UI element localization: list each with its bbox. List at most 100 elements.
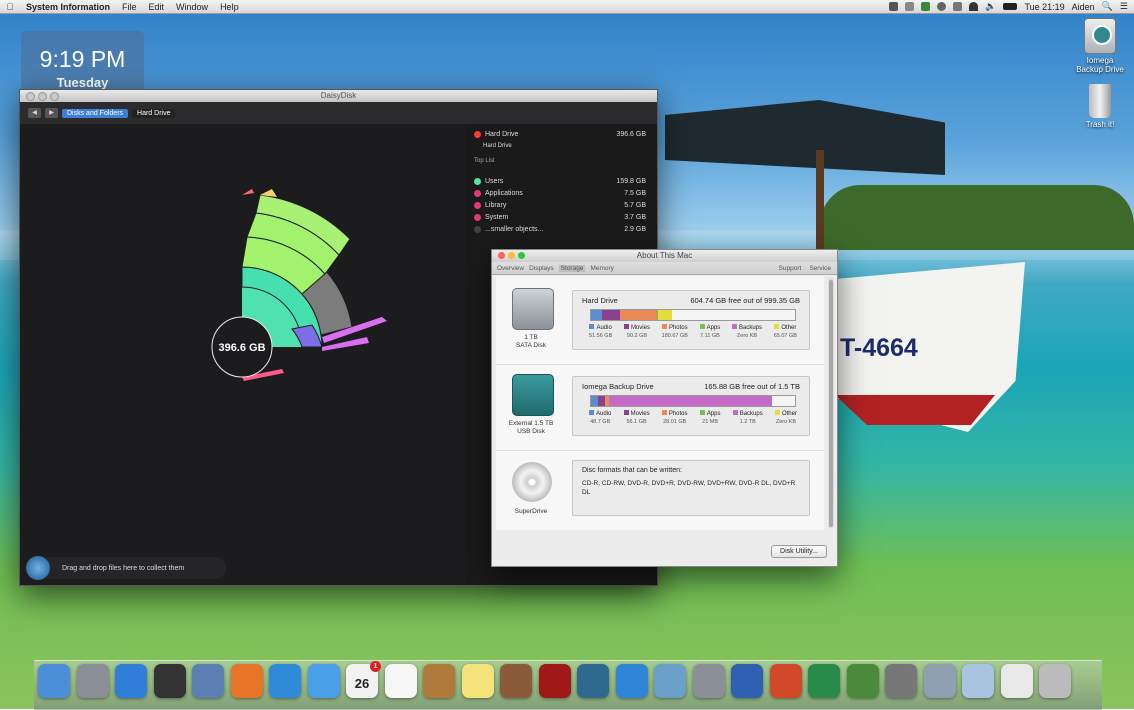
wifi-icon[interactable] xyxy=(969,2,979,11)
drive-row[interactable]: Hard Drive 396.6 GB xyxy=(474,131,646,138)
itunes-icon[interactable] xyxy=(615,664,648,698)
dashboard-icon[interactable] xyxy=(153,664,186,698)
messages-icon[interactable] xyxy=(307,664,340,698)
minimize-button[interactable] xyxy=(38,92,47,101)
top-list-item[interactable]: ...smaller objects... 2.9 GB xyxy=(474,226,646,233)
legend-label: Apps xyxy=(706,325,721,331)
collector-icon[interactable] xyxy=(26,556,50,580)
iphoto-icon[interactable] xyxy=(654,664,686,698)
window-title: About This Mac xyxy=(636,251,693,260)
legend-size: 180.67 GB xyxy=(661,333,688,339)
time-machine-icon[interactable] xyxy=(937,2,947,11)
item-size: 5.7 GB xyxy=(624,202,646,209)
home-icon[interactable] xyxy=(921,2,931,11)
folder-icon[interactable] xyxy=(962,664,994,698)
photo-slideshow-icon[interactable] xyxy=(538,664,571,698)
safari-icon[interactable] xyxy=(269,664,301,698)
home-icon[interactable] xyxy=(846,664,879,698)
time-machine-icon[interactable] xyxy=(577,664,609,698)
minimize-button[interactable] xyxy=(508,252,515,259)
storage-segment-photos xyxy=(619,310,657,320)
menu-clock[interactable]: Tue 21:19 xyxy=(1024,2,1064,12)
zoom-button[interactable] xyxy=(50,92,59,101)
apple-menu-icon[interactable]:  xyxy=(0,2,20,12)
top-list-item[interactable]: Users 159.8 GB xyxy=(474,178,646,185)
back-button[interactable]: ◀ xyxy=(28,108,41,118)
mail-stamp-icon[interactable] xyxy=(192,664,224,698)
hard-drive-icon xyxy=(512,288,554,330)
app-store-icon[interactable] xyxy=(115,664,147,698)
powerpoint-icon[interactable] xyxy=(769,664,802,698)
excel-icon[interactable] xyxy=(808,664,840,698)
window-titlebar[interactable]: DaisyDisk xyxy=(20,90,657,102)
tab-overview[interactable]: Overview xyxy=(497,265,524,272)
preview-icon[interactable] xyxy=(1000,664,1033,698)
scrollbar[interactable] xyxy=(828,278,834,528)
legend-size: 56.1 GB xyxy=(626,419,647,425)
menu-user[interactable]: Aiden xyxy=(1072,2,1095,12)
sunburst-segment[interactable] xyxy=(242,189,254,195)
item-name: Library xyxy=(485,202,507,209)
backup-drive-icon xyxy=(512,374,554,416)
forward-button[interactable]: ▶ xyxy=(45,108,58,118)
zoom-button[interactable] xyxy=(518,252,525,259)
disk-utility-button[interactable]: Disk Utility... xyxy=(771,545,827,558)
clock-day: Tuesday xyxy=(56,75,109,90)
window-titlebar[interactable]: About This Mac xyxy=(492,250,837,262)
tab-storage[interactable]: Storage xyxy=(558,264,586,272)
launchpad-icon[interactable] xyxy=(76,664,109,698)
notes-icon[interactable] xyxy=(461,664,494,698)
top-list-item[interactable]: System 3.7 GB xyxy=(474,214,646,221)
desktop-icon-backup-drive[interactable]: Iomega Backup Drive xyxy=(1066,18,1134,74)
firefox-icon[interactable] xyxy=(230,664,263,698)
legend-label: Backups xyxy=(739,325,763,331)
menu-window[interactable]: Window xyxy=(170,2,214,12)
spotlight-icon[interactable]: 🔍 xyxy=(1102,1,1113,12)
disk-caption: 1 TB SATA Disk xyxy=(515,334,547,349)
disk-free: 165.88 GB free out of 1.5 TB xyxy=(704,382,800,391)
sunburst-chart[interactable]: 396.6 GB xyxy=(20,124,466,564)
finder-icon[interactable] xyxy=(38,664,70,698)
tab-memory[interactable]: Memory xyxy=(590,265,613,272)
menu-help[interactable]: Help xyxy=(214,2,245,12)
breadcrumb-hard-drive[interactable]: Hard Drive xyxy=(132,108,176,118)
top-list-item[interactable]: Library 5.7 GB xyxy=(474,202,646,209)
app-menu[interactable]: System Information xyxy=(20,2,116,12)
menu-file[interactable]: File xyxy=(116,2,143,12)
menu-extra-icon[interactable] xyxy=(889,2,899,11)
network-icon[interactable] xyxy=(885,664,917,698)
collector-drop-zone[interactable]: Drag and drop files here to collect them xyxy=(26,556,226,580)
battery-icon[interactable] xyxy=(1003,3,1018,10)
notification-center-icon[interactable]: ☰ xyxy=(1120,1,1128,12)
support-link[interactable]: Support xyxy=(779,265,802,272)
desktop-icon-trash[interactable]: Trash it! xyxy=(1066,84,1134,129)
reminders-icon[interactable] xyxy=(384,664,417,698)
close-button[interactable] xyxy=(26,92,35,101)
menu-edit[interactable]: Edit xyxy=(143,2,171,12)
word-icon[interactable] xyxy=(731,664,763,698)
legend-item: Apps 21 MB xyxy=(699,410,720,425)
system-preferences-icon[interactable] xyxy=(692,664,725,698)
volume-icon[interactable]: 🔈 xyxy=(985,1,996,12)
trash-icon xyxy=(1089,84,1111,118)
bluetooth-icon[interactable] xyxy=(953,2,963,11)
calendar-icon[interactable]: 26 1 xyxy=(346,661,381,698)
close-button[interactable] xyxy=(498,252,505,259)
disk-utility-icon[interactable] xyxy=(923,664,956,698)
storage-segment-audio xyxy=(591,310,602,320)
photo-booth-icon[interactable] xyxy=(500,664,532,698)
legend-label: Movies xyxy=(630,325,650,331)
address-book-icon[interactable] xyxy=(423,664,455,698)
backup-drive-icon xyxy=(1084,18,1116,54)
service-link[interactable]: Service xyxy=(809,265,831,272)
legend-item: Other 65.07 GB xyxy=(774,324,797,339)
legend-swatch xyxy=(699,324,705,329)
breadcrumb-disks-folders[interactable]: Disks and Folders xyxy=(62,108,129,118)
legend-item: Other Zero KB xyxy=(774,410,797,425)
item-size: 3.7 GB xyxy=(624,214,646,221)
scrollbar-thumb[interactable] xyxy=(829,280,833,527)
trash-icon[interactable] xyxy=(1039,664,1071,698)
dropbox-icon[interactable] xyxy=(905,2,915,11)
tab-displays[interactable]: Displays xyxy=(529,265,554,272)
top-list-item[interactable]: Applications 7.5 GB xyxy=(474,190,646,197)
